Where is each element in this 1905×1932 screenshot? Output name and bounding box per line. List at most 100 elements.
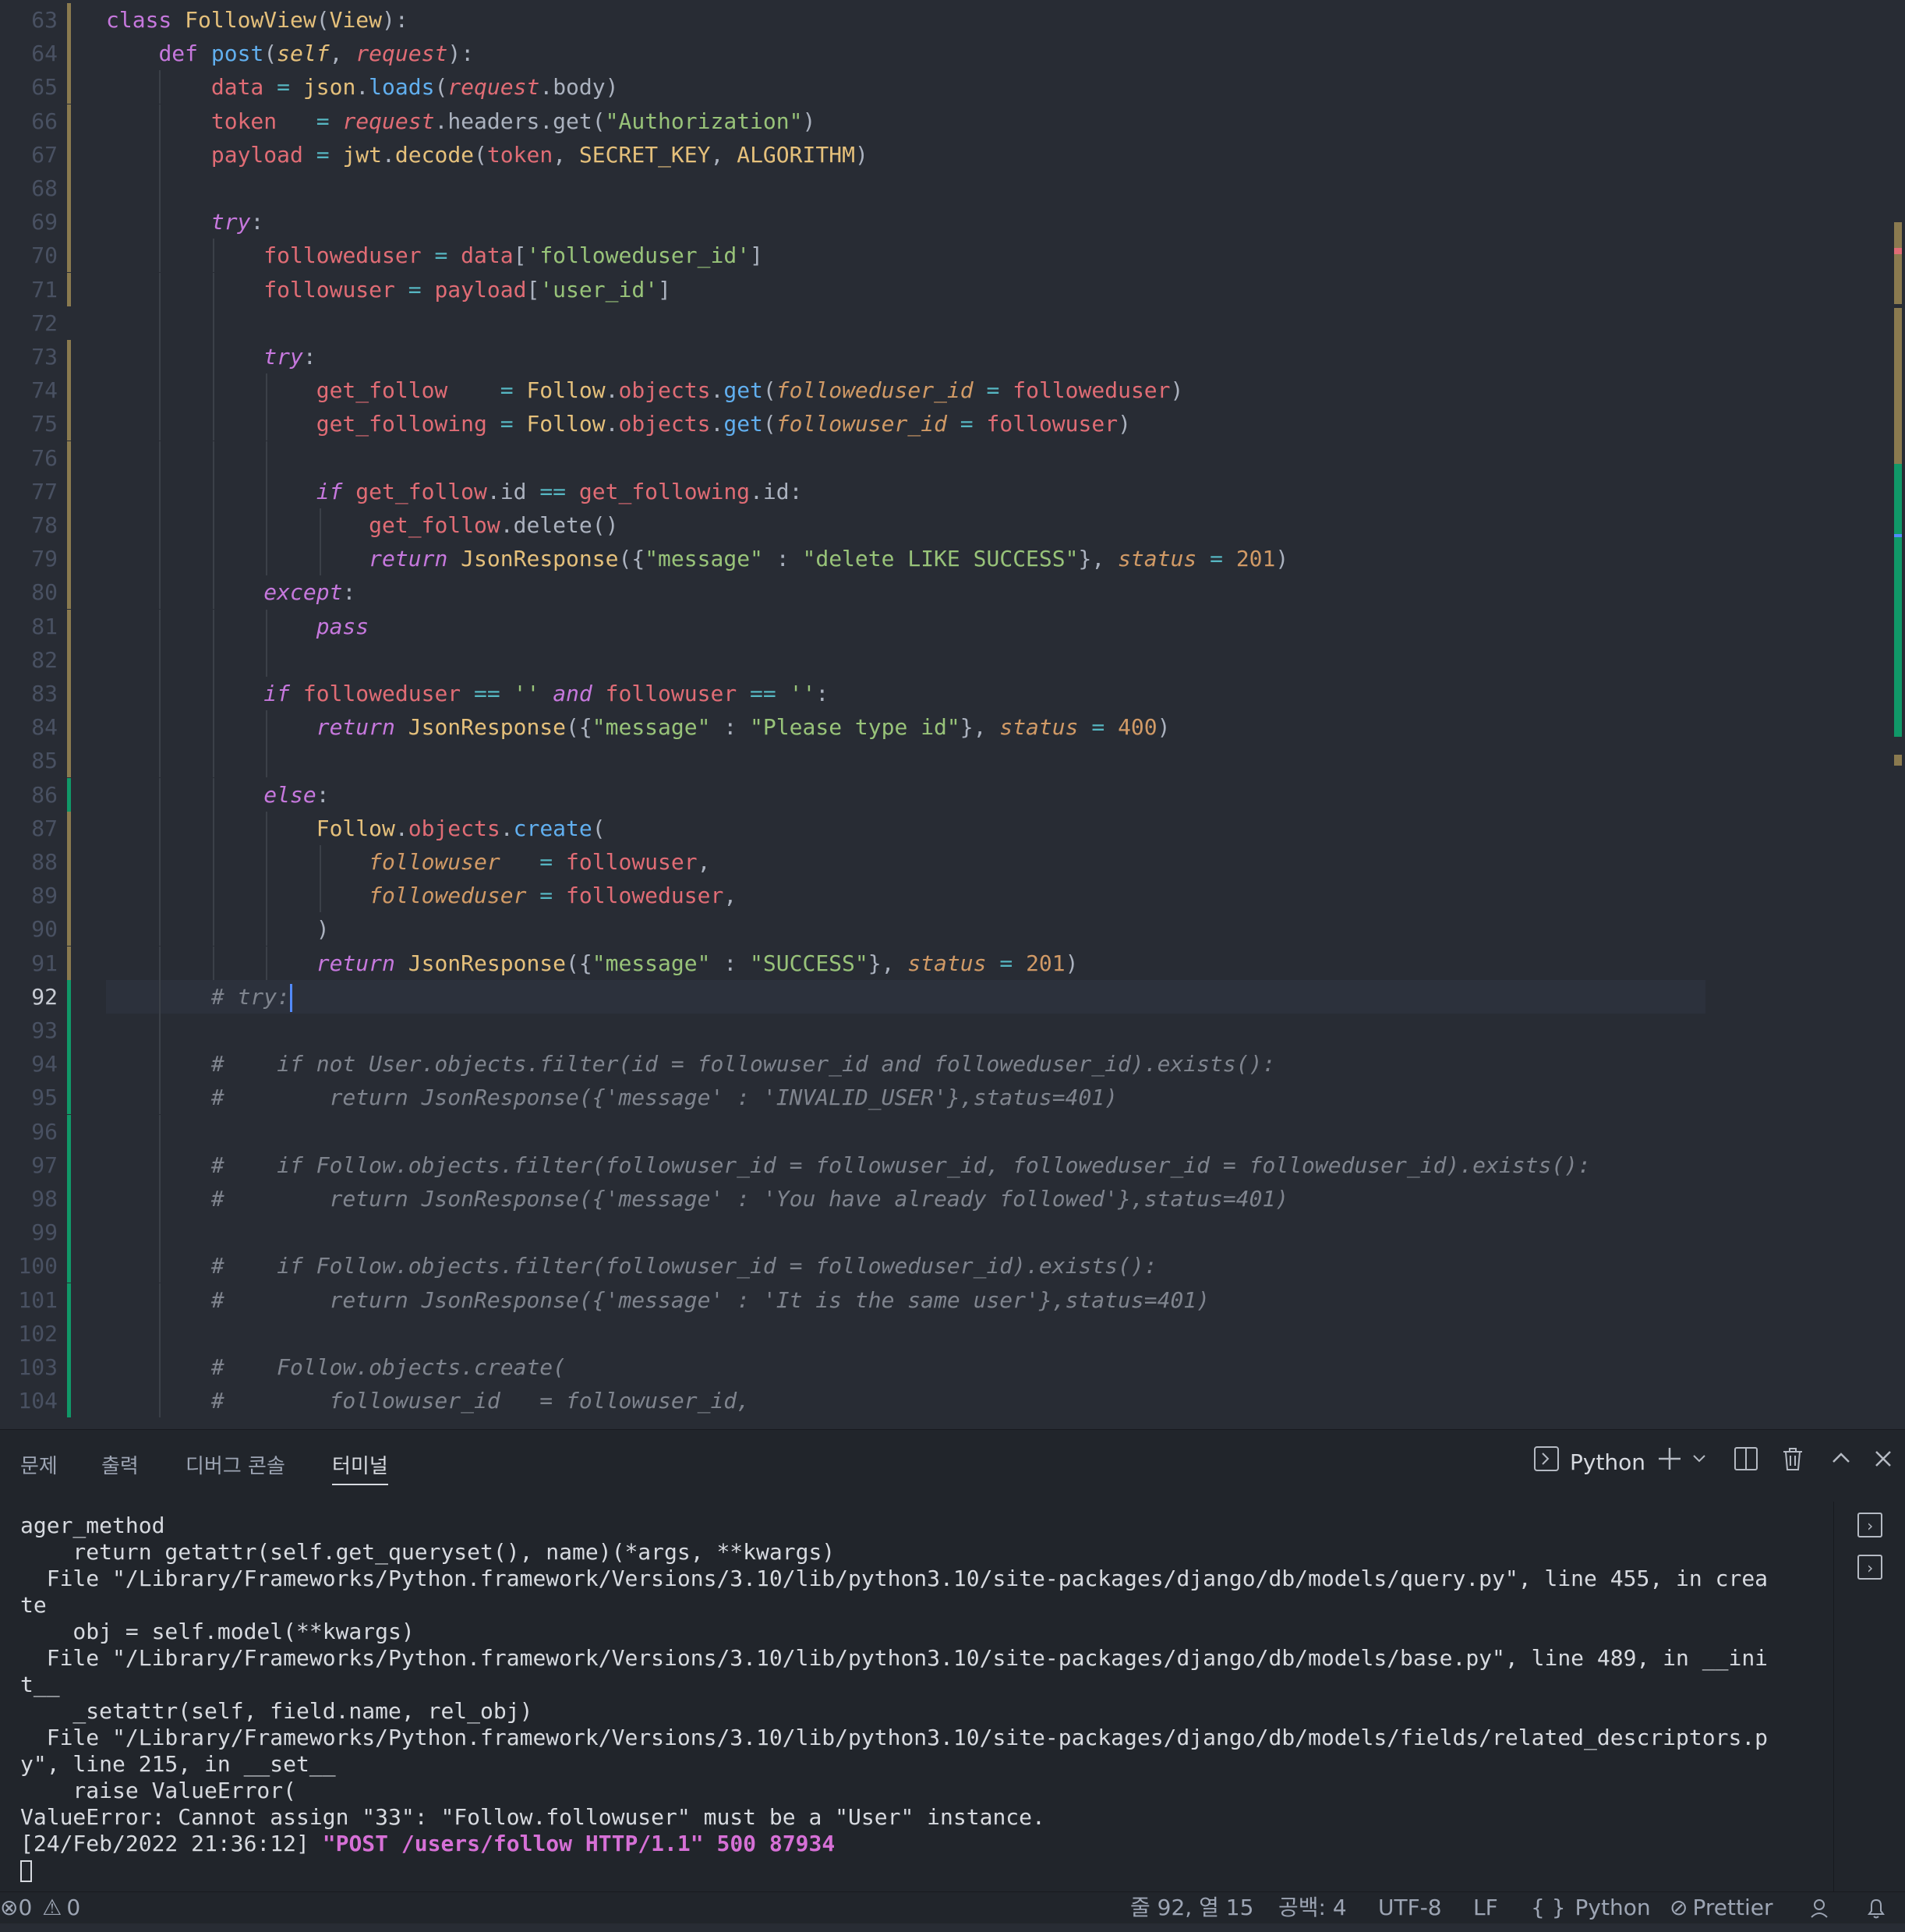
code-line[interactable]: 71 followuser = payload['user_id']	[0, 272, 1905, 306]
notifications-bell-icon[interactable]	[1864, 1892, 1888, 1923]
modified-line-marker[interactable]	[67, 37, 71, 71]
trash-icon[interactable]	[1779, 1445, 1807, 1480]
code-line[interactable]: 66 token = request.headers.get("Authoriz…	[0, 104, 1905, 138]
modified-line-marker[interactable]	[67, 879, 71, 913]
code-line[interactable]: 88 followuser = followuser,	[0, 845, 1905, 879]
modified-line-marker[interactable]	[67, 609, 71, 643]
code-line[interactable]: 99	[0, 1215, 1905, 1250]
tab-problems[interactable]: 문제	[20, 1450, 58, 1479]
terminal-output[interactable]: ager_method return getattr(self.get_quer…	[20, 1513, 1782, 1884]
modified-line-marker[interactable]	[67, 744, 71, 778]
terminal-icon[interactable]	[1532, 1445, 1560, 1480]
added-line-marker[interactable]	[67, 1316, 71, 1350]
modified-line-marker[interactable]	[67, 946, 71, 980]
added-line-marker[interactable]	[67, 777, 71, 812]
tab-terminal[interactable]: 터미널	[332, 1450, 388, 1485]
added-line-marker[interactable]	[67, 979, 71, 1014]
modified-line-marker[interactable]	[67, 845, 71, 879]
code-line[interactable]: 78 get_follow.delete()	[0, 508, 1905, 542]
terminal-prompt-line[interactable]	[20, 1857, 1782, 1884]
terminal-instance-1-icon[interactable]: ›	[1857, 1513, 1882, 1537]
added-line-marker[interactable]	[67, 1215, 71, 1250]
code-line[interactable]: 100 # if Follow.objects.filter(followuse…	[0, 1249, 1905, 1283]
terminal-instance-2-icon[interactable]: ›	[1857, 1555, 1882, 1580]
added-line-marker[interactable]	[67, 1148, 71, 1182]
modified-line-marker[interactable]	[67, 239, 71, 273]
code-line[interactable]: 84 return JsonResponse({"message" : "Ple…	[0, 710, 1905, 745]
code-editor[interactable]: 63 class FollowView(View): 64 def post(sel…	[0, 0, 1905, 1429]
code-line[interactable]: 67 payload = jwt.decode(token, SECRET_KE…	[0, 137, 1905, 172]
code-line[interactable]: 81 pass	[0, 609, 1905, 643]
code-line[interactable]: 94 # if not User.objects.filter(id = fol…	[0, 1047, 1905, 1081]
code-line[interactable]: 89 followeduser = followeduser,	[0, 879, 1905, 913]
code-line[interactable]: 85	[0, 744, 1905, 778]
terminal-name[interactable]: Python	[1570, 1445, 1645, 1480]
code-line[interactable]: 82	[0, 642, 1905, 677]
modified-line-marker[interactable]	[67, 710, 71, 745]
cursor-position[interactable]: 줄 92, 열 15	[1130, 1892, 1253, 1923]
code-line[interactable]: 95 # return JsonResponse({'message' : 'I…	[0, 1081, 1905, 1115]
code-line[interactable]: 69 try:	[0, 205, 1905, 239]
modified-line-marker[interactable]	[67, 70, 71, 104]
code-line[interactable]: 80 except:	[0, 575, 1905, 610]
modified-line-marker[interactable]	[67, 474, 71, 508]
code-line[interactable]: 91 return JsonResponse({"message" : "SUC…	[0, 946, 1905, 980]
modified-line-marker[interactable]	[67, 272, 71, 306]
code-line[interactable]: 98 # return JsonResponse({'message' : 'Y…	[0, 1182, 1905, 1215]
modified-line-marker[interactable]	[67, 575, 71, 610]
added-line-marker[interactable]	[67, 1047, 71, 1081]
code-line[interactable]: 101 # return JsonResponse({'message' : '…	[0, 1283, 1905, 1317]
code-line[interactable]: 87 Follow.objects.create(	[0, 811, 1905, 845]
added-line-marker[interactable]	[67, 1249, 71, 1283]
code-line[interactable]: 64 def post(self, request):	[0, 37, 1905, 71]
added-line-marker[interactable]	[67, 1384, 71, 1418]
code-line[interactable]: 102	[0, 1316, 1905, 1350]
modified-line-marker[interactable]	[67, 373, 71, 408]
encoding-setting[interactable]: UTF-8	[1378, 1892, 1442, 1923]
overview-ruler[interactable]	[1893, 0, 1905, 1429]
code-line[interactable]: 68	[0, 172, 1905, 205]
added-line-marker[interactable]	[67, 1350, 71, 1384]
code-line[interactable]: 92 # try:	[0, 979, 1905, 1014]
modified-line-marker[interactable]	[67, 542, 71, 576]
prettier-status[interactable]: ⊘ Prettier	[1670, 1892, 1772, 1923]
added-line-marker[interactable]	[67, 1283, 71, 1317]
code-line[interactable]: 75 get_following = Follow.objects.get(fo…	[0, 407, 1905, 441]
maximize-panel-chevron-up-icon[interactable]	[1827, 1445, 1855, 1480]
code-line[interactable]: 77 if get_follow.id == get_following.id:	[0, 474, 1905, 508]
language-mode[interactable]: { } Python	[1531, 1892, 1651, 1923]
indentation-setting[interactable]: 공백: 4	[1278, 1892, 1347, 1923]
code-line[interactable]: 72	[0, 306, 1905, 340]
code-line[interactable]: 96	[0, 1114, 1905, 1148]
new-terminal-plus-icon[interactable]	[1656, 1445, 1684, 1480]
code-line[interactable]: 93	[0, 1014, 1905, 1047]
modified-line-marker[interactable]	[67, 811, 71, 845]
code-line[interactable]: 73 try:	[0, 340, 1905, 373]
modified-line-marker[interactable]	[67, 441, 71, 475]
code-line[interactable]: 63 class FollowView(View):	[0, 3, 1905, 37]
eol-setting[interactable]: LF	[1473, 1892, 1498, 1923]
code-line[interactable]: 103 # Follow.objects.create(	[0, 1350, 1905, 1384]
code-line[interactable]: 79 return JsonResponse({"message" : "del…	[0, 542, 1905, 576]
chevron-down-icon[interactable]	[1690, 1445, 1709, 1480]
tab-output[interactable]: 출력	[101, 1450, 139, 1479]
problems-status[interactable]: ⊗0 ⚠ 0	[0, 1892, 80, 1923]
added-line-marker[interactable]	[67, 1014, 71, 1047]
modified-line-marker[interactable]	[67, 912, 71, 947]
modified-line-marker[interactable]	[67, 407, 71, 441]
code-line[interactable]: 97 # if Follow.objects.filter(followuser…	[0, 1148, 1905, 1182]
code-line[interactable]: 86 else:	[0, 777, 1905, 812]
code-line[interactable]: 65 data = json.loads(request.body)	[0, 70, 1905, 104]
added-line-marker[interactable]	[67, 1114, 71, 1148]
code-line[interactable]: 74 get_follow = Follow.objects.get(follo…	[0, 373, 1905, 408]
tab-debug-console[interactable]: 디버그 콘솔	[186, 1450, 285, 1479]
modified-line-marker[interactable]	[67, 642, 71, 677]
code-line[interactable]: 83 if followeduser == '' and followuser …	[0, 677, 1905, 710]
modified-line-marker[interactable]	[67, 340, 71, 373]
modified-line-marker[interactable]	[67, 508, 71, 542]
close-panel-icon[interactable]	[1869, 1445, 1897, 1480]
code-line[interactable]: 70 followeduser = data['followeduser_id'…	[0, 239, 1905, 273]
code-line[interactable]: 76	[0, 441, 1905, 475]
modified-line-marker[interactable]	[67, 205, 71, 239]
split-terminal-icon[interactable]	[1732, 1445, 1760, 1480]
